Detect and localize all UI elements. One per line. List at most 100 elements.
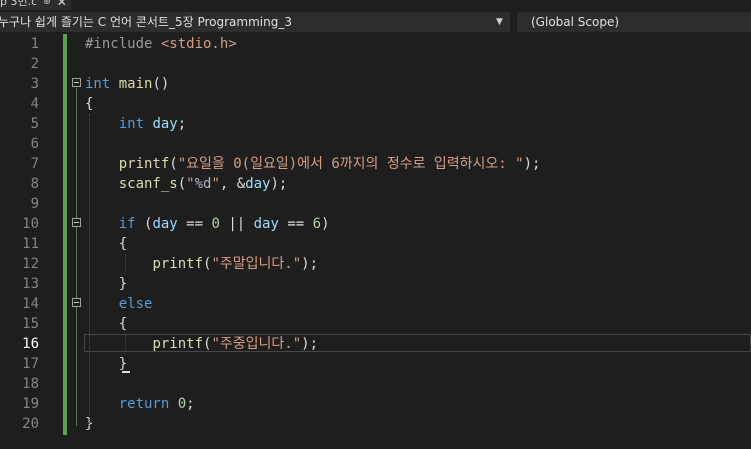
project-dropdown[interactable]: 누구나 쉽게 즐기는 C 언어 콘서트_5장 Programming_3 ▼ bbox=[0, 12, 510, 32]
code-token: int bbox=[85, 76, 119, 92]
code-line[interactable]: 13 } bbox=[0, 274, 751, 294]
code-line[interactable]: 16 printf("주중입니다."); bbox=[0, 334, 751, 354]
code-text: printf("요일을 0(일요일)에서 6까지의 정수로 입력하시오: "); bbox=[85, 154, 541, 174]
code-line[interactable]: 14 else bbox=[0, 294, 751, 314]
line-number: 8 bbox=[30, 176, 39, 192]
code-text: else bbox=[85, 294, 153, 314]
code-token: <stdio.h> bbox=[160, 36, 237, 52]
code-token: if bbox=[118, 216, 136, 232]
code-token: ; bbox=[186, 396, 195, 412]
fold-collapse-icon[interactable] bbox=[72, 78, 81, 87]
code-text: int day; bbox=[85, 114, 186, 134]
line-number: 9 bbox=[30, 196, 39, 212]
document-tab[interactable]: p 3번.c ⊕ ✕ bbox=[0, 0, 71, 10]
line-number: 4 bbox=[30, 96, 39, 112]
fold-collapse-icon[interactable] bbox=[72, 298, 81, 307]
code-token: } bbox=[85, 276, 128, 292]
line-number: 19 bbox=[22, 396, 39, 412]
code-token: 0 bbox=[177, 396, 187, 412]
code-token: == bbox=[278, 216, 313, 232]
chevron-down-icon[interactable]: ▼ bbox=[496, 12, 503, 32]
line-number: 7 bbox=[30, 156, 39, 172]
code-token: day bbox=[245, 176, 271, 192]
code-token: day bbox=[152, 116, 178, 132]
indent-guide bbox=[125, 334, 126, 354]
pin-icon[interactable]: ⊕ bbox=[43, 0, 51, 10]
code-line[interactable]: 12 printf("주말입니다."); bbox=[0, 254, 751, 274]
code-token: { bbox=[85, 96, 94, 112]
code-text: #include <stdio.h> bbox=[85, 34, 237, 54]
close-icon[interactable]: ✕ bbox=[57, 0, 67, 10]
code-token: "주말입니다." bbox=[211, 256, 302, 272]
code-token: day bbox=[152, 216, 178, 232]
code-line[interactable]: 8 scanf_s("%d", &day); bbox=[0, 174, 751, 194]
code-token: printf bbox=[152, 336, 204, 352]
code-text: scanf_s("%d", &day); bbox=[85, 174, 288, 194]
document-tab-strip: p 3번.c ⊕ ✕ bbox=[0, 0, 751, 10]
code-token: printf bbox=[118, 156, 170, 172]
line-number: 6 bbox=[30, 136, 39, 152]
code-line[interactable]: 18 bbox=[0, 374, 751, 394]
code-text: return 0; bbox=[85, 394, 195, 414]
code-token: { bbox=[85, 316, 128, 332]
text-cursor bbox=[122, 371, 130, 373]
code-line[interactable]: 15 { bbox=[0, 314, 751, 334]
code-line[interactable]: 19 return 0; bbox=[0, 394, 751, 414]
line-number: 12 bbox=[22, 256, 39, 272]
line-number: 16 bbox=[22, 336, 39, 352]
code-line[interactable]: 4{ bbox=[0, 94, 751, 114]
code-token: " bbox=[211, 176, 220, 192]
line-number: 2 bbox=[30, 56, 39, 72]
code-token: else bbox=[118, 296, 153, 312]
line-number: 3 bbox=[30, 76, 39, 92]
code-token: return bbox=[118, 396, 178, 412]
code-line[interactable]: 6 bbox=[0, 134, 751, 154]
code-text: int main() bbox=[85, 74, 169, 94]
indent-guide bbox=[89, 114, 90, 426]
code-line[interactable]: 11 { bbox=[0, 234, 751, 254]
scope-dropdown-label: (Global Scope) bbox=[531, 15, 620, 29]
code-token: ( bbox=[177, 176, 187, 192]
code-token: 6 bbox=[312, 216, 322, 232]
code-line[interactable]: 3 int main() bbox=[0, 74, 751, 94]
scope-dropdown[interactable]: (Global Scope) bbox=[517, 12, 751, 32]
code-line[interactable]: 7 printf("요일을 0(일요일)에서 6까지의 정수로 입력하시오: "… bbox=[0, 154, 751, 174]
project-dropdown-label: 누구나 쉽게 즐기는 C 언어 콘서트_5장 Programming_3 bbox=[0, 15, 292, 29]
tab-filename: p 3번.c bbox=[0, 0, 38, 8]
line-number: 17 bbox=[22, 356, 39, 372]
code-editor[interactable]: 1 #include <stdio.h> 2 3 int main() 4{5 int d… bbox=[0, 32, 751, 449]
code-text: if (day == 0 || day == 6) bbox=[85, 214, 330, 234]
fold-collapse-icon[interactable] bbox=[72, 218, 81, 227]
code-text: } bbox=[85, 354, 127, 374]
line-number: 13 bbox=[22, 276, 39, 292]
code-token: ) bbox=[321, 216, 330, 232]
line-number: 14 bbox=[22, 296, 39, 312]
code-line[interactable]: 2 bbox=[0, 54, 751, 74]
code-text: } bbox=[85, 274, 127, 294]
indent-guide bbox=[125, 254, 126, 274]
fold-range-line bbox=[76, 228, 77, 286]
code-line[interactable]: 17 } bbox=[0, 354, 751, 374]
code-line[interactable]: 10 if (day == 0 || day == 6) bbox=[0, 214, 751, 234]
code-text: { bbox=[85, 314, 127, 334]
line-number: 20 bbox=[22, 416, 39, 432]
code-line[interactable]: 5 int day; bbox=[0, 114, 751, 134]
code-token: ); bbox=[301, 256, 318, 272]
code-token: " bbox=[186, 176, 195, 192]
code-token: printf bbox=[152, 256, 204, 272]
code-token: "요일을 0(일요일)에서 6까지의 정수로 입력하시오: " bbox=[177, 156, 524, 172]
code-token: ; bbox=[177, 116, 187, 132]
code-line[interactable]: 20} bbox=[0, 414, 751, 434]
code-line[interactable]: 9 bbox=[0, 194, 751, 214]
code-token: main bbox=[118, 76, 153, 92]
code-line[interactable]: 1 #include <stdio.h> bbox=[0, 34, 751, 54]
line-number: 1 bbox=[30, 36, 39, 52]
code-token: } bbox=[85, 356, 128, 372]
code-token: { bbox=[85, 236, 128, 252]
code-token: , & bbox=[219, 176, 246, 192]
line-number: 10 bbox=[22, 216, 39, 232]
